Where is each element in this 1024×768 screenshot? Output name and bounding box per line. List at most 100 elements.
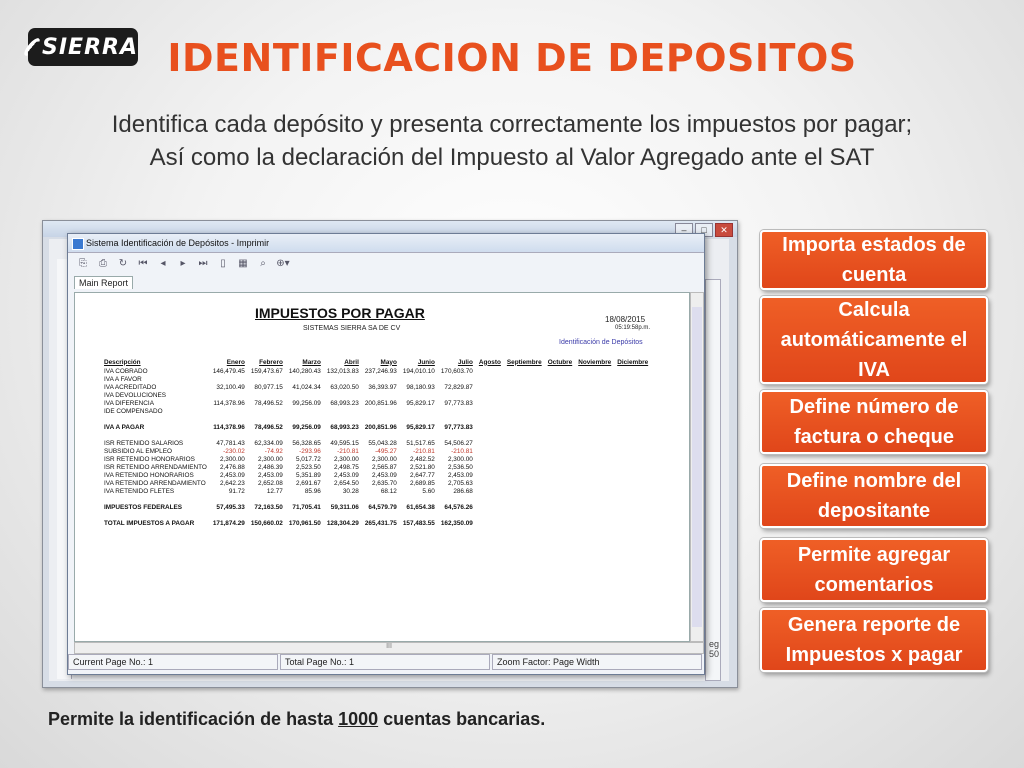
row-label (101, 431, 210, 439)
feature-add-comments[interactable]: Permite agregar comentarios (760, 538, 988, 602)
row-label: SUBSIDIO AL EMPLEO (104, 447, 172, 455)
next-page-icon[interactable]: ▸ (176, 256, 190, 270)
refresh-icon[interactable]: ↻ (116, 256, 130, 270)
cell-value (476, 447, 504, 455)
cell-value (324, 375, 362, 383)
cell-value: 171,874.29 (212, 519, 245, 527)
background-partial-label: eg 50 (709, 639, 719, 659)
find-icon[interactable]: ⌕ (256, 256, 270, 270)
cell-value: 2,691.67 (295, 479, 321, 487)
close-icon[interactable]: ✕ (715, 223, 733, 237)
cell-value (575, 367, 614, 375)
cell-value (476, 423, 504, 431)
cell-value: 2,453.09 (257, 471, 283, 479)
cell-value (614, 375, 651, 383)
page-icon[interactable]: ▯ (216, 256, 230, 270)
first-page-icon[interactable]: ⏮ (136, 256, 150, 270)
cell-value (476, 375, 504, 383)
cell-value (614, 519, 651, 527)
cell-value (438, 415, 476, 423)
background-scrollbar[interactable] (705, 279, 721, 681)
row-label: IVA RETENIDO HONORARIOS (104, 471, 194, 479)
cell-value (614, 423, 651, 431)
column-header: Febrero (259, 358, 283, 366)
cell-value (476, 383, 504, 391)
cell-value: 97,773.83 (444, 399, 473, 407)
cell-value (324, 415, 362, 423)
cell-value: 91.72 (228, 487, 245, 495)
cell-value: 2,300.00 (371, 455, 397, 463)
last-page-icon[interactable]: ⏭ (196, 256, 210, 270)
tab-main-report[interactable]: Main Report (74, 276, 134, 289)
cell-value (248, 375, 286, 383)
cell-value (476, 487, 504, 495)
cell-value: 61,654.38 (406, 503, 435, 511)
column-header: Septiembre (506, 358, 542, 366)
feature-calc-iva[interactable]: Calcula automáticamente el IVA (760, 296, 988, 384)
report-time: 05:19:58p.m. (615, 325, 651, 331)
column-header: Diciembre (617, 358, 649, 366)
table-row: ISR RETENIDO ARRENDAMIENTO 2,476.88 2,486.… (101, 463, 651, 471)
column-header: Octubre (547, 358, 573, 366)
cell-value: 2,642.23 (219, 479, 245, 487)
cell-value (504, 367, 545, 375)
cell-value: 51,517.65 (406, 439, 435, 447)
feature-depositor-name[interactable]: Define nombre del depositante (760, 464, 988, 528)
cell-value (614, 511, 651, 519)
background-label-1: eg (709, 639, 720, 649)
column-header: Marzo (302, 358, 321, 366)
table-row: ISR RETENIDO SALARIOS 47,781.43 62,334.09 5… (101, 439, 651, 447)
feature-invoice-number[interactable]: Define número de factura o cheque (760, 390, 988, 454)
cell-value: 2,654.50 (333, 479, 359, 487)
cell-value (575, 487, 614, 495)
cell-value (504, 399, 545, 407)
cell-value (545, 503, 576, 511)
cell-value (324, 495, 362, 503)
cell-value (614, 471, 651, 479)
cell-value (545, 439, 576, 447)
feature-import-statements[interactable]: Importa estados de cuenta (760, 230, 988, 290)
cell-value (504, 447, 545, 455)
cell-value (504, 479, 545, 487)
vertical-scrollbar[interactable] (690, 292, 704, 642)
cell-value: 80,977.15 (254, 383, 283, 391)
zoom-icon[interactable]: ⊕▾ (276, 256, 290, 270)
cell-value: 41,024.34 (292, 383, 321, 391)
cell-value: 2,453.09 (447, 471, 473, 479)
cell-value: 170,603.70 (440, 367, 473, 375)
cell-value (614, 479, 651, 487)
cell-value: 68.12 (380, 487, 397, 495)
cell-value (575, 511, 614, 519)
previous-page-icon[interactable]: ◂ (156, 256, 170, 270)
cell-value (614, 407, 651, 415)
scroll-thumb[interactable] (692, 307, 702, 627)
cell-value (614, 383, 651, 391)
cell-value: 150,660.02 (250, 519, 283, 527)
footnote-number: 1000 (338, 709, 379, 729)
cell-value: 95,829.17 (406, 399, 435, 407)
table-row (101, 495, 651, 503)
cell-value (438, 407, 476, 415)
print-icon[interactable]: ⎙ (96, 256, 110, 270)
cell-value (362, 407, 400, 415)
cell-value: 2,482.52 (409, 455, 435, 463)
cell-value: 170,961.50 (288, 519, 321, 527)
cell-value (614, 399, 651, 407)
feature-tax-report[interactable]: Genera reporte de Impuestos x pagar (760, 608, 988, 672)
table-row (101, 431, 651, 439)
viewer-toolbar: ⎘ ⎙ ↻ ⏮ ◂ ▸ ⏭ ▯ ▦ ⌕ ⊕▾ (68, 253, 704, 273)
cell-value: 2,453.09 (219, 471, 245, 479)
cell-value (545, 415, 576, 423)
export-icon[interactable]: ⎘ (76, 256, 90, 270)
cell-value (504, 439, 545, 447)
cell-value: 2,523.50 (295, 463, 321, 471)
cell-value (210, 495, 248, 503)
group-tree-icon[interactable]: ▦ (236, 256, 250, 270)
row-label (101, 511, 210, 519)
cell-value (476, 463, 504, 471)
cell-value (614, 391, 651, 399)
footnote-after: cuentas bancarias. (378, 709, 546, 729)
cell-value (575, 455, 614, 463)
cell-value (400, 495, 438, 503)
horizontal-scrollbar[interactable]: III (74, 642, 704, 654)
